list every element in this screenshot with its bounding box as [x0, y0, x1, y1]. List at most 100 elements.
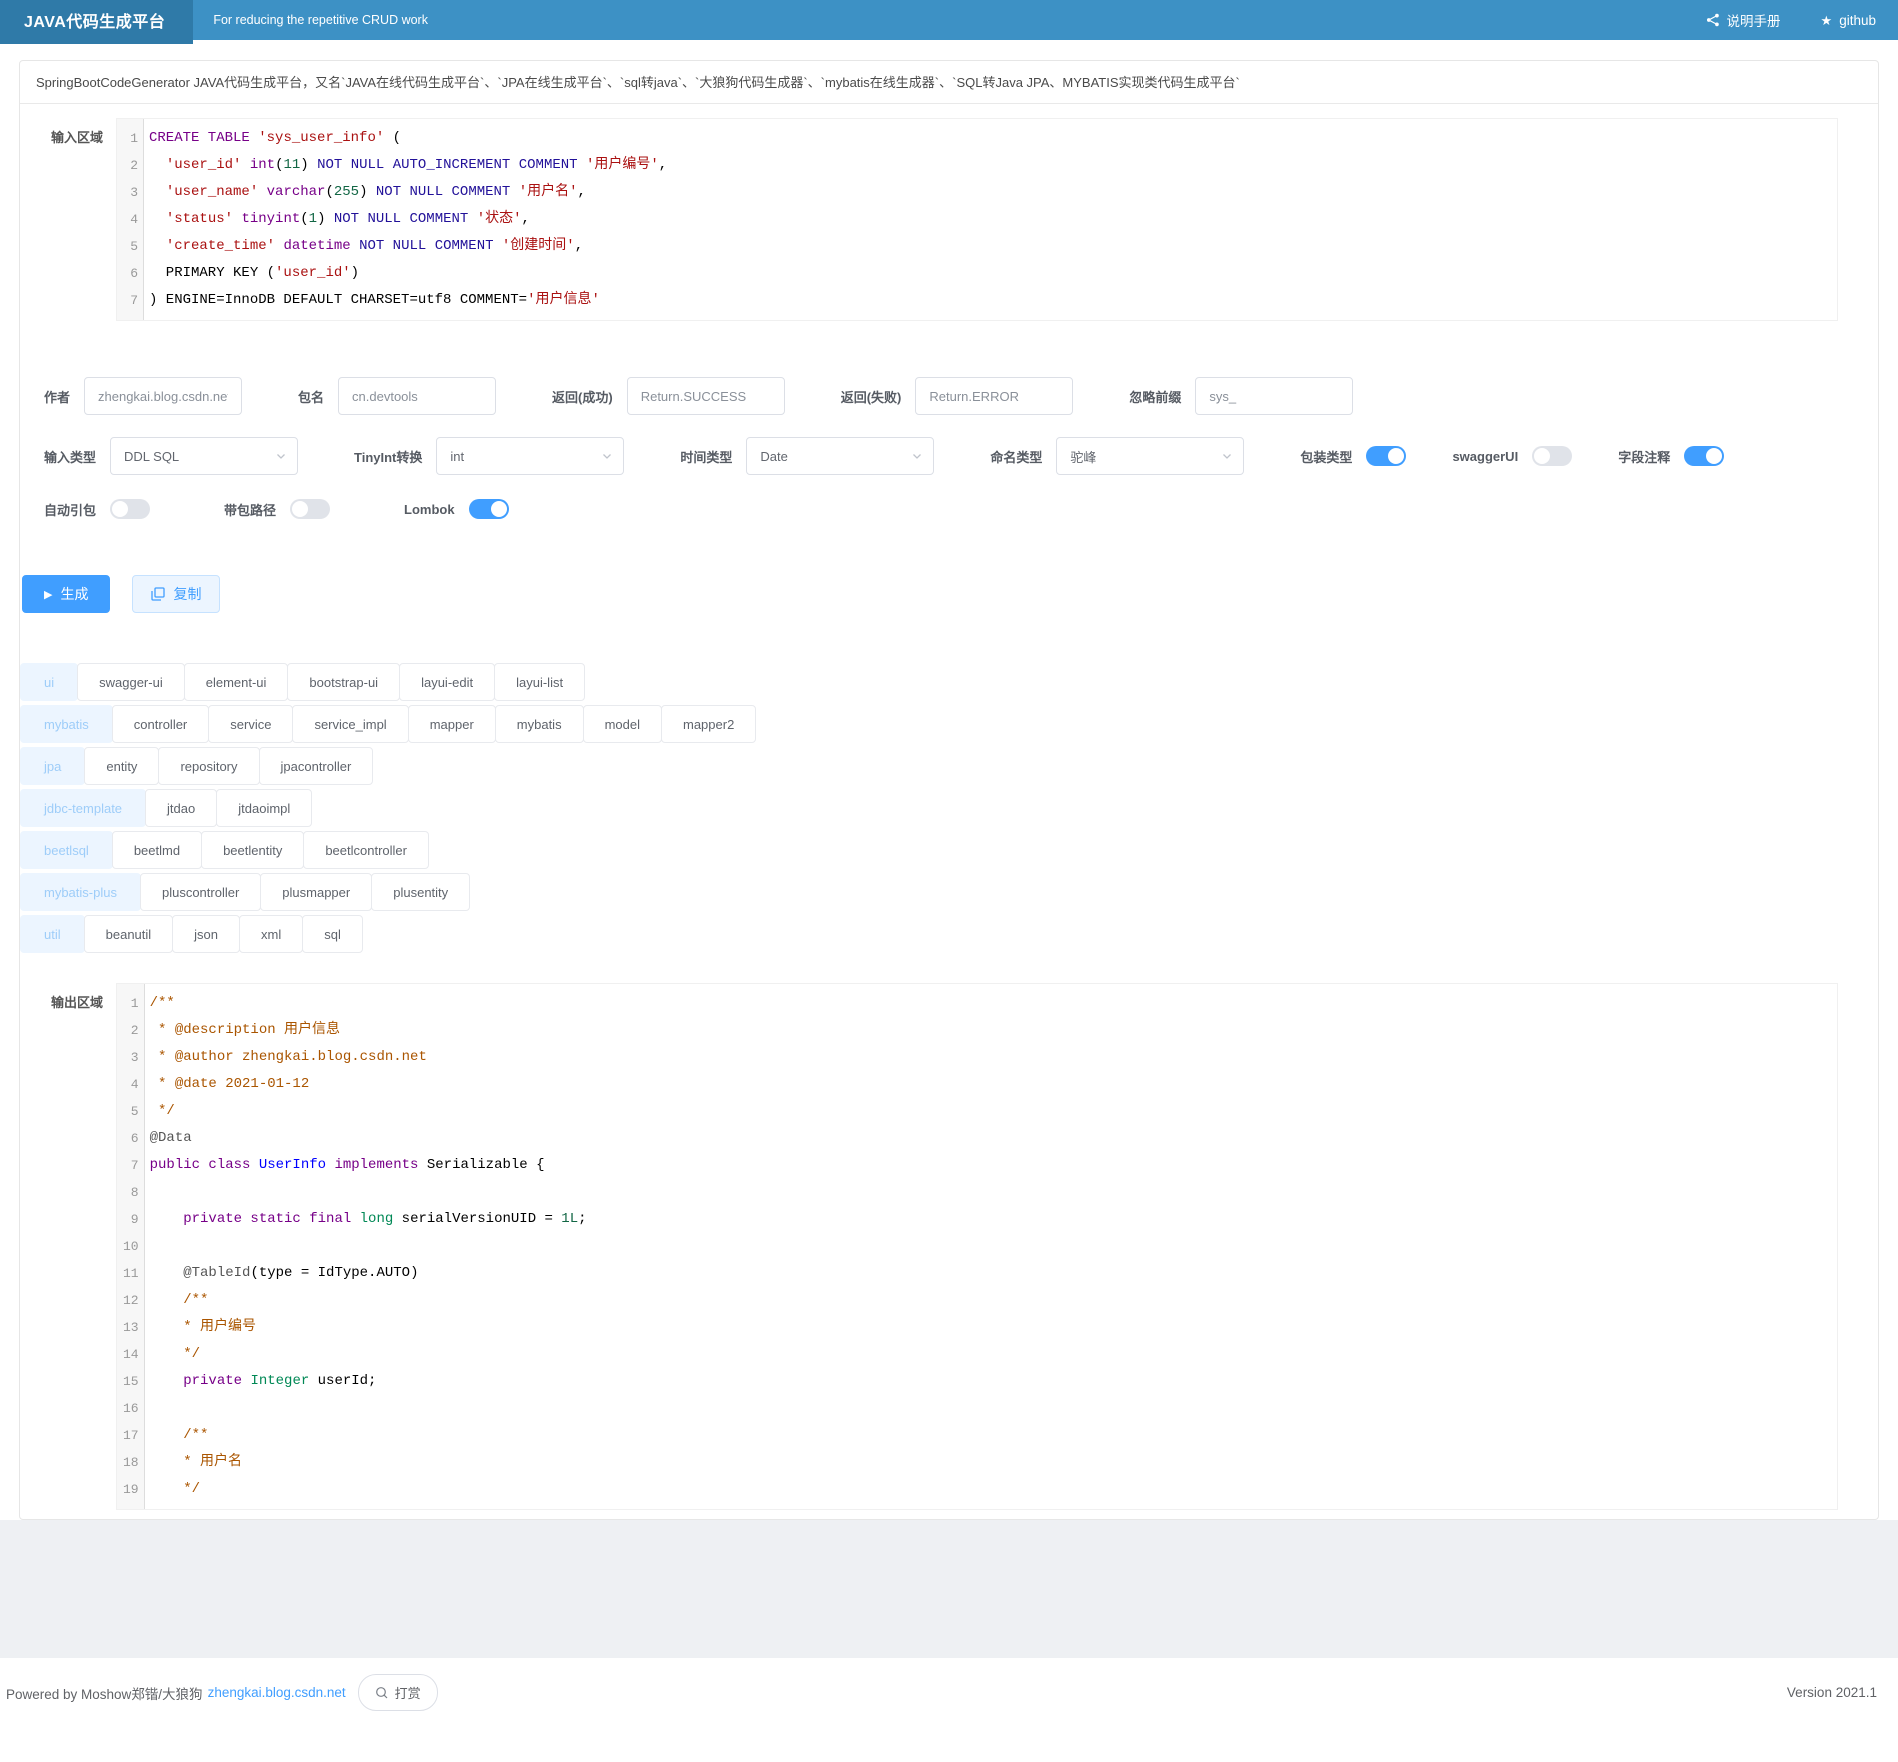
- tab-sql[interactable]: sql: [302, 915, 363, 953]
- tab-beetlentity[interactable]: beetlentity: [201, 831, 304, 869]
- code-line: /**: [150, 990, 1829, 1017]
- return-error-field[interactable]: [915, 377, 1073, 415]
- code-line: */: [150, 1098, 1829, 1125]
- wrapper-type-label: 包装类型: [1300, 447, 1352, 466]
- code-line: 'create_time' datetime NOT NULL COMMENT …: [149, 233, 1829, 260]
- code-line: */: [150, 1476, 1829, 1503]
- java-code-content: /** * @description 用户信息 * @author zhengk…: [145, 984, 1837, 1509]
- tab-controller[interactable]: controller: [112, 705, 209, 743]
- line-number: 4: [123, 1071, 139, 1098]
- tab-group-jdbc-template: jdbc-templatejtdaojtdaoimpl: [20, 789, 1878, 827]
- return-error-group: 返回(失败): [841, 377, 1074, 415]
- header-links: 说明手册 ★ github: [1706, 10, 1898, 30]
- chevron-down-icon: [1221, 450, 1233, 462]
- chevron-down-icon: [601, 450, 613, 462]
- output-code-editor[interactable]: 12345678910111213141516171819 /** * @des…: [116, 983, 1838, 1510]
- output-area-label: 输出区域: [20, 983, 116, 1510]
- tab-layui-edit[interactable]: layui-edit: [399, 663, 495, 701]
- tinyint-value: int: [450, 449, 601, 464]
- generate-button[interactable]: ▶ 生成: [22, 575, 110, 613]
- code-line: @TableId(type = IdType.AUTO): [150, 1260, 1829, 1287]
- tinyint-group: TinyInt转换 int: [354, 437, 624, 475]
- tab-entity[interactable]: entity: [84, 747, 159, 785]
- input-editor-row: 输入区域 1234567 CREATE TABLE 'sys_user_info…: [20, 118, 1878, 321]
- copy-button[interactable]: 复制: [132, 575, 220, 613]
- naming-type-select[interactable]: 驼峰: [1056, 437, 1244, 475]
- return-success-field[interactable]: [627, 377, 785, 415]
- swagger-label: swaggerUI: [1452, 449, 1518, 464]
- code-line: 'user_name' varchar(255) NOT NULL COMMEN…: [149, 179, 1829, 206]
- time-type-select[interactable]: Date: [746, 437, 934, 475]
- author-label: 作者: [44, 387, 70, 406]
- tab-mapper2[interactable]: mapper2: [661, 705, 756, 743]
- copy-button-label: 复制: [173, 584, 201, 604]
- tab-json[interactable]: json: [172, 915, 240, 953]
- code-line: /**: [150, 1422, 1829, 1449]
- tab-category-jdbc-template[interactable]: jdbc-template: [20, 789, 146, 827]
- manual-link[interactable]: 说明手册: [1706, 10, 1781, 30]
- tab-category-ui[interactable]: ui: [20, 663, 78, 701]
- app-header: JAVA代码生成平台 For reducing the repetitive C…: [0, 0, 1898, 40]
- tab-jtdao[interactable]: jtdao: [145, 789, 217, 827]
- line-number: 6: [123, 260, 138, 287]
- tab-service_impl[interactable]: service_impl: [292, 705, 408, 743]
- tab-category-mybatis[interactable]: mybatis: [20, 705, 113, 743]
- blog-link[interactable]: zhengkai.blog.csdn.net: [208, 1685, 346, 1700]
- tab-jpacontroller[interactable]: jpacontroller: [259, 747, 374, 785]
- chevron-down-icon: [911, 450, 923, 462]
- tab-category-mybatis-plus[interactable]: mybatis-plus: [20, 873, 141, 911]
- wrapper-type-switch[interactable]: [1366, 446, 1406, 466]
- naming-type-label: 命名类型: [990, 447, 1042, 466]
- auto-import-group: 自动引包: [44, 499, 150, 519]
- tab-category-beetlsql[interactable]: beetlsql: [20, 831, 113, 869]
- return-success-group: 返回(成功): [552, 377, 785, 415]
- tab-bootstrap-ui[interactable]: bootstrap-ui: [287, 663, 400, 701]
- author-field[interactable]: [84, 377, 242, 415]
- ignore-prefix-field[interactable]: [1195, 377, 1353, 415]
- tab-jtdaoimpl[interactable]: jtdaoimpl: [216, 789, 312, 827]
- tab-repository[interactable]: repository: [158, 747, 259, 785]
- tab-mapper[interactable]: mapper: [408, 705, 496, 743]
- tab-plusentity[interactable]: plusentity: [371, 873, 470, 911]
- tab-xml[interactable]: xml: [239, 915, 303, 953]
- package-group: 包名: [298, 377, 496, 415]
- tab-swagger-ui[interactable]: swagger-ui: [77, 663, 185, 701]
- code-line: @Data: [150, 1125, 1829, 1152]
- tinyint-select[interactable]: int: [436, 437, 624, 475]
- line-number: 15: [123, 1368, 139, 1395]
- line-number-gutter: 1234567: [117, 119, 144, 320]
- tab-group-mybatis: mybatiscontrollerserviceservice_implmapp…: [20, 705, 1878, 743]
- tab-model[interactable]: model: [583, 705, 662, 743]
- github-link[interactable]: ★ github: [1821, 13, 1876, 28]
- reward-button[interactable]: 打赏: [358, 1674, 438, 1711]
- tab-beanutil[interactable]: beanutil: [84, 915, 174, 953]
- package-path-group: 带包路径: [224, 499, 330, 519]
- tab-plusmapper[interactable]: plusmapper: [260, 873, 372, 911]
- field-comment-switch[interactable]: [1684, 446, 1724, 466]
- line-number: 5: [123, 1098, 139, 1125]
- tab-element-ui[interactable]: element-ui: [184, 663, 289, 701]
- input-type-select[interactable]: DDL SQL: [110, 437, 298, 475]
- tab-service[interactable]: service: [208, 705, 293, 743]
- tab-category-util[interactable]: util: [20, 915, 85, 953]
- code-line: PRIMARY KEY ('user_id'): [149, 260, 1829, 287]
- lombok-switch[interactable]: [469, 499, 509, 519]
- swagger-switch[interactable]: [1532, 446, 1572, 466]
- star-icon: ★: [1821, 14, 1833, 27]
- auto-import-switch[interactable]: [110, 499, 150, 519]
- line-number-gutter: 12345678910111213141516171819: [117, 984, 145, 1509]
- tab-mybatis[interactable]: mybatis: [495, 705, 584, 743]
- time-type-group: 时间类型 Date: [680, 437, 934, 475]
- tab-group-jpa: jpaentityrepositoryjpacontroller: [20, 747, 1878, 785]
- tab-layui-list[interactable]: layui-list: [494, 663, 585, 701]
- tab-category-jpa[interactable]: jpa: [20, 747, 85, 785]
- input-code-editor[interactable]: 1234567 CREATE TABLE 'sys_user_info' ( '…: [116, 118, 1838, 321]
- tab-beetlcontroller[interactable]: beetlcontroller: [303, 831, 429, 869]
- code-line: private Integer userId;: [150, 1368, 1829, 1395]
- package-field[interactable]: [338, 377, 496, 415]
- tab-beetlmd[interactable]: beetlmd: [112, 831, 202, 869]
- naming-type-value: 驼峰: [1070, 447, 1221, 466]
- package-path-switch[interactable]: [290, 499, 330, 519]
- tab-pluscontroller[interactable]: pluscontroller: [140, 873, 261, 911]
- app-footer: Powered by Moshow郑锴/大狼狗 zhengkai.blog.cs…: [0, 1658, 1898, 1762]
